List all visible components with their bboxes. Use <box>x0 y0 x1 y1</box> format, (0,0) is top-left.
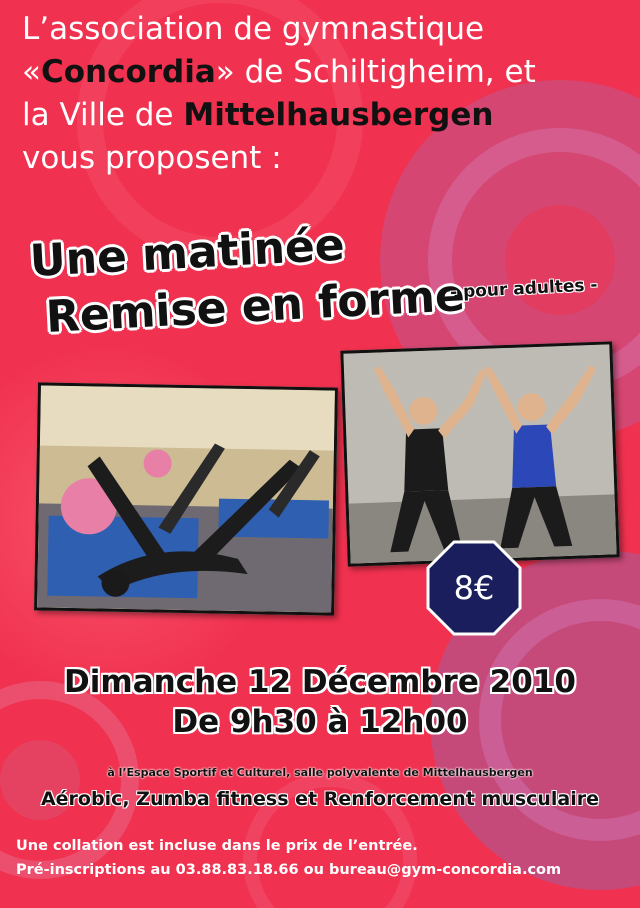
intro-line-3: la Ville de Mittelhausbergen <box>22 94 632 137</box>
photo-floor-exercise <box>34 382 338 616</box>
floor-exercise-illustration <box>37 385 335 613</box>
zumba-illustration <box>343 344 617 564</box>
event-place: à l’Espace Sportif et Culturel, salle po… <box>107 766 533 779</box>
intro-line-2-rest: » de Schiltigheim, et <box>215 54 536 90</box>
intro-line-2: «Concordia» de Schiltigheim, et <box>22 51 632 94</box>
photo-zumba-instructors <box>340 341 620 567</box>
snack-note: Une collation est incluse dans le prix d… <box>16 838 418 854</box>
town-name: Mittelhausbergen <box>183 97 494 133</box>
event-activities: Aérobic, Zumba fitness et Renforcement m… <box>40 788 600 810</box>
registration-note: Pré-inscriptions au 03.88.83.18.66 ou bu… <box>16 862 562 878</box>
event-date: Dimanche 12 Décembre 2010 <box>64 664 576 700</box>
intro-la: la <box>22 97 50 133</box>
intro-line-1: L’association de gymnastique <box>22 11 485 47</box>
concordia-name: Concordia <box>40 54 216 90</box>
event-hours: De 9h30 à 12h00 <box>172 704 468 740</box>
intro-line-4: vous proposent : <box>22 140 282 176</box>
intro-ville: Ville de <box>59 97 174 133</box>
price-value: 8€ <box>453 569 495 607</box>
intro-text: L’association de gymnastique «Concordia»… <box>22 8 632 180</box>
quote-open: « <box>22 54 41 90</box>
